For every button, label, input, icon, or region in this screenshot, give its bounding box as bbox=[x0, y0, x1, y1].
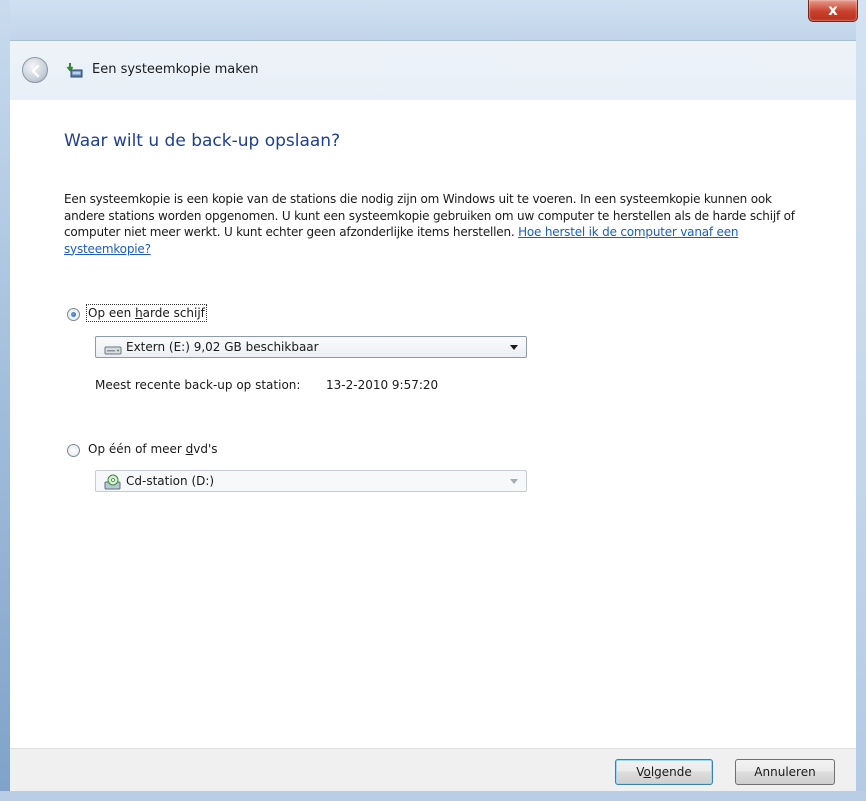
drive-icon bbox=[104, 346, 122, 355]
back-arrow-icon bbox=[31, 64, 40, 78]
back-button[interactable] bbox=[22, 57, 48, 83]
chevron-down-icon bbox=[510, 345, 518, 350]
harddisk-radio-label[interactable]: Op een harde schijf bbox=[86, 304, 207, 322]
dvd-dropdown-value: Cd-station (D:) bbox=[126, 474, 215, 488]
harddisk-dropdown-value: Extern (E:) 9,02 GB beschikbaar bbox=[126, 340, 319, 354]
harddisk-dropdown[interactable]: Extern (E:) 9,02 GB beschikbaar bbox=[95, 336, 527, 358]
backup-icon bbox=[66, 63, 83, 78]
cancel-button[interactable]: Annuleren bbox=[735, 759, 835, 785]
dvd-radio[interactable] bbox=[67, 444, 80, 457]
harddisk-radio[interactable] bbox=[67, 308, 80, 321]
window-frame-right bbox=[856, 0, 866, 801]
last-backup-value: 13-2-2010 9:57:20 bbox=[326, 378, 439, 392]
window-frame-bottom bbox=[0, 791, 866, 801]
description-text: Een systeemkopie is een kopie van de sta… bbox=[64, 191, 804, 257]
window-frame-left bbox=[0, 0, 10, 801]
chevron-down-icon bbox=[510, 479, 518, 484]
window-title: Een systeemkopie maken bbox=[92, 62, 259, 77]
dvd-radio-label[interactable]: Op één of meer dvd's bbox=[88, 442, 218, 456]
last-backup-label: Meest recente back-up op station: bbox=[95, 378, 301, 392]
cd-drive-icon bbox=[104, 474, 121, 490]
page-heading: Waar wilt u de back-up opslaan? bbox=[64, 131, 341, 151]
next-button[interactable]: Volgende bbox=[615, 759, 713, 785]
dvd-dropdown[interactable]: Cd-station (D:) bbox=[95, 470, 527, 492]
close-button[interactable]: x bbox=[808, 0, 858, 22]
button-bar bbox=[10, 748, 856, 791]
